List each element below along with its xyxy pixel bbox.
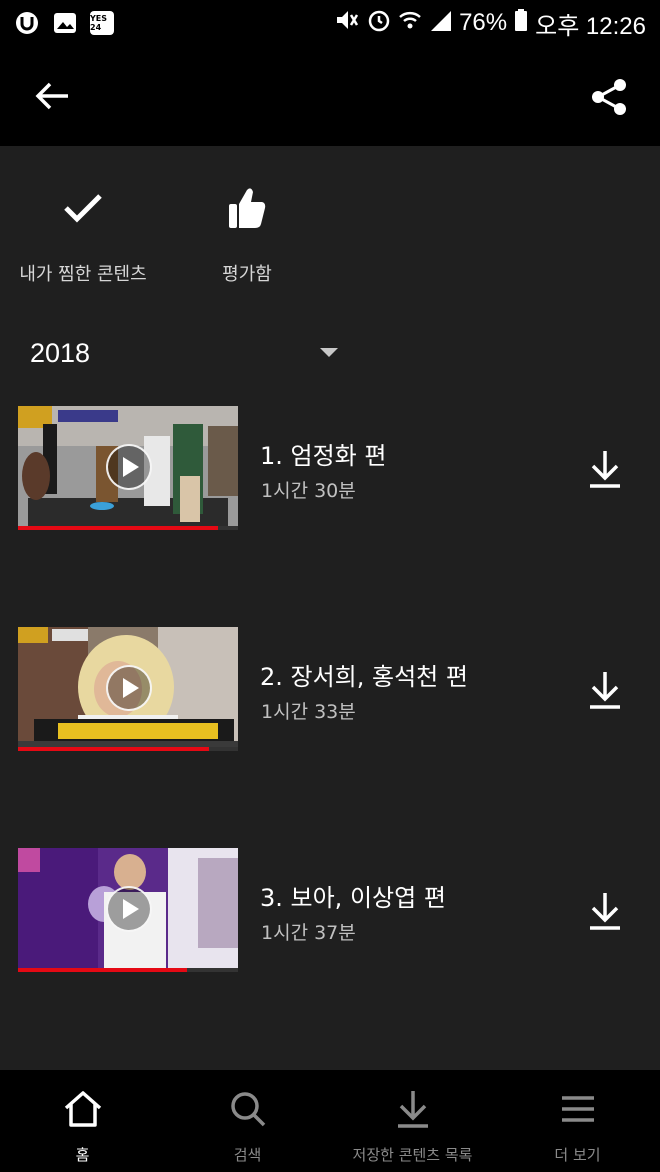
nav-home[interactable]: 홈 — [0, 1070, 165, 1172]
download-button[interactable] — [584, 888, 626, 934]
season-dropdown[interactable]: 2018 — [30, 330, 350, 376]
nav-home-label: 홈 — [75, 1146, 90, 1164]
menu-icon — [560, 1088, 596, 1130]
nav-search-label: 검색 — [233, 1146, 262, 1164]
episode-thumbnail[interactable] — [18, 627, 238, 751]
uplus-app-icon — [14, 10, 40, 36]
episode-duration: 1시간 30분 — [261, 480, 356, 502]
app-bar — [0, 46, 660, 146]
status-bar: YES 24 76% 오후 12:26 — [0, 0, 660, 46]
nav-search[interactable]: 검색 — [165, 1070, 330, 1172]
image-notification-icon — [52, 10, 78, 36]
back-arrow-icon — [35, 82, 68, 110]
watch-progress-fill — [18, 526, 219, 530]
nav-more-label: 더 보기 — [554, 1146, 601, 1164]
mute-icon — [335, 9, 359, 38]
nav-more[interactable]: 더 보기 — [495, 1070, 660, 1172]
watch-progress-fill — [18, 747, 210, 751]
play-icon[interactable] — [106, 886, 152, 932]
episode-thumbnail[interactable] — [18, 406, 238, 530]
check-icon — [59, 184, 107, 232]
signal-icon — [429, 9, 452, 38]
download-icon — [590, 672, 620, 709]
back-button[interactable] — [30, 76, 74, 116]
watch-progress-fill — [18, 968, 188, 972]
episode-title: 2. 장서희, 홍석천 편 — [260, 663, 468, 691]
download-icon — [590, 451, 620, 488]
share-icon — [592, 79, 626, 115]
episode-title: 3. 보아, 이상엽 편 — [260, 884, 446, 912]
my-list-label: 내가 찜한 콘텐츠 — [19, 264, 147, 285]
episode-duration: 1시간 37분 — [261, 922, 356, 944]
my-list-button[interactable]: 내가 찜한 콘텐츠 — [16, 184, 150, 286]
watch-progress-bar — [18, 747, 238, 751]
download-icon — [590, 893, 620, 930]
home-icon — [63, 1088, 103, 1130]
nav-downloads[interactable]: 저장한 콘텐츠 목록 — [330, 1070, 495, 1172]
season-label: 2018 — [30, 337, 91, 368]
episode-title: 1. 엄정화 편 — [260, 442, 387, 470]
play-icon[interactable] — [106, 444, 152, 490]
wifi-icon — [399, 9, 421, 37]
clock-time: 오후 12:26 — [535, 12, 646, 40]
yes24-app-icon: YES 24 — [90, 11, 114, 35]
thumbs-up-icon — [223, 184, 271, 232]
rate-label: 평가함 — [222, 264, 272, 285]
watch-progress-bar — [18, 526, 238, 530]
download-button[interactable] — [584, 667, 626, 713]
episode-item[interactable]: 3. 보아, 이상엽 편 1시간 37분 — [0, 848, 660, 972]
action-row: 내가 찜한 콘텐츠 평가함 — [0, 146, 660, 306]
download-button[interactable] — [584, 446, 626, 492]
rate-button[interactable]: 평가함 — [208, 184, 286, 286]
episode-thumbnail[interactable] — [18, 848, 238, 972]
search-icon — [229, 1088, 267, 1130]
battery-icon — [515, 8, 528, 38]
share-button[interactable] — [586, 74, 632, 120]
caret-down-icon — [320, 348, 338, 357]
play-icon[interactable] — [106, 665, 152, 711]
episode-item[interactable]: 2. 장서희, 홍석천 편 1시간 33분 — [0, 627, 660, 751]
watch-progress-bar — [18, 968, 238, 972]
episode-duration: 1시간 33분 — [261, 701, 356, 723]
episode-item[interactable]: 1. 엄정화 편 1시간 30분 — [0, 406, 660, 530]
alarm-icon — [367, 8, 391, 39]
bottom-nav: 홈 검색 저장한 콘텐츠 목록 더 보기 — [0, 1070, 660, 1172]
battery-percent: 76% — [459, 9, 508, 36]
download-icon — [396, 1088, 430, 1130]
nav-downloads-label: 저장한 콘텐츠 목록 — [352, 1146, 473, 1164]
